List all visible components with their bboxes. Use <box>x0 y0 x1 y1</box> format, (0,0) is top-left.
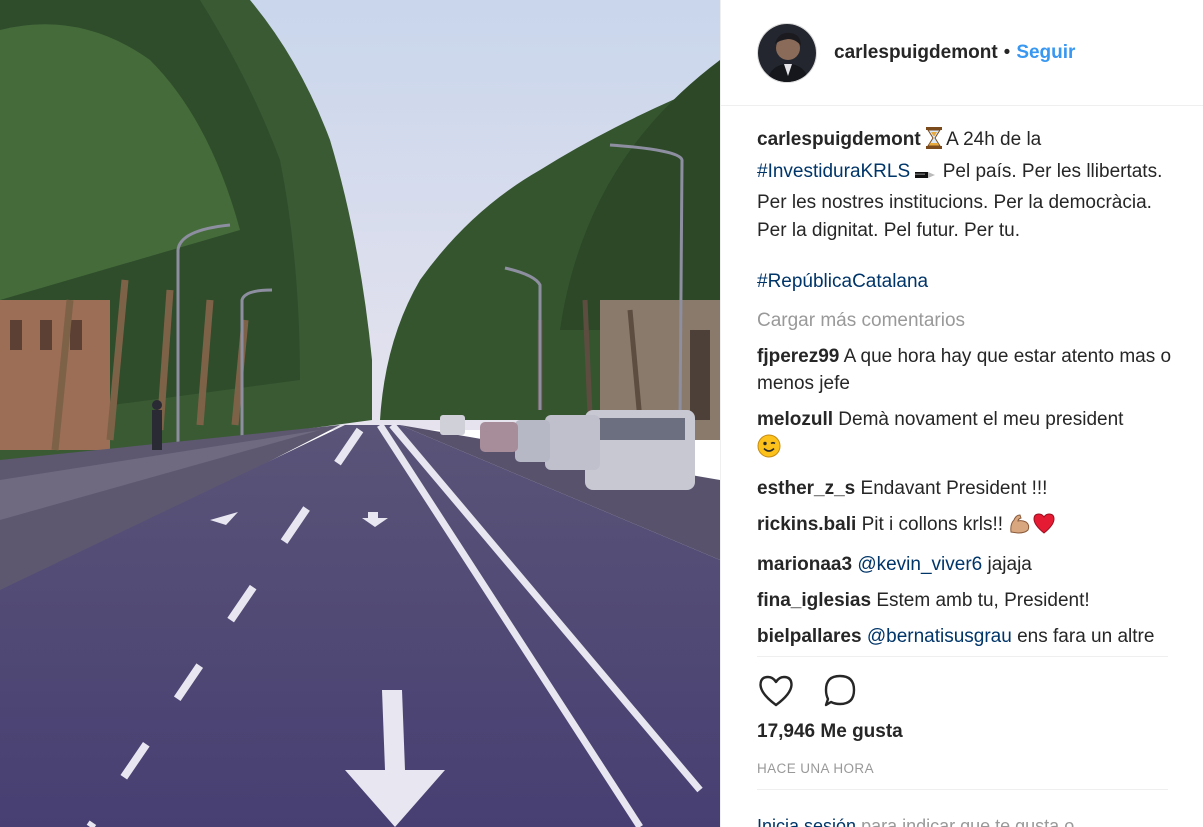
comment-mention[interactable]: @kevin_viver6 <box>857 554 982 575</box>
comment-item: bielpallares @bernatisusgrau ens fara un… <box>757 623 1177 655</box>
likes-count[interactable]: 17,946 Me gusta <box>757 721 903 743</box>
comment-bubble-icon[interactable] <box>821 672 859 710</box>
pen-icon <box>915 162 937 190</box>
post-side-panel: carlespuigdemont • Seguir carlespuigdemo… <box>720 0 1203 827</box>
login-prompt-text: para indicar que te gusta o <box>856 816 1075 827</box>
comment-item: fina_iglesias Estem amb tu, President! <box>757 587 1177 615</box>
caption: carlespuigdemont A 24h de la #Investidur… <box>757 126 1177 296</box>
comment-mention[interactable]: @bernatisusgrau <box>867 626 1012 647</box>
avatar-image <box>758 23 816 82</box>
comment-text: Endavant President !!! <box>860 477 1048 499</box>
comment-text: Pit i collons krls!! <box>861 513 1004 535</box>
comment-username[interactable]: fina_iglesias <box>757 590 871 611</box>
red-heart-icon <box>1032 512 1056 543</box>
comment-username[interactable]: rickins.bali <box>757 514 856 535</box>
post-photo[interactable] <box>0 0 720 827</box>
winking-face-icon <box>757 434 781 467</box>
login-prompt: Inicia sesión para indicar que te gusta … <box>757 816 1074 827</box>
comment-username[interactable]: melozull <box>757 409 833 430</box>
post-header: carlespuigdemont • Seguir <box>721 0 1203 106</box>
header-username[interactable]: carlespuigdemont <box>834 42 998 64</box>
follow-button[interactable]: Seguir <box>1016 42 1075 64</box>
caption-username[interactable]: carlespuigdemont <box>757 129 921 150</box>
heart-outline-icon[interactable] <box>757 672 795 710</box>
comment-item: melozull Demà novament el meu president <box>757 406 1177 466</box>
comment-text: Demà novament el meu president <box>838 409 1124 430</box>
caption-text-1: A 24h de la <box>941 129 1042 150</box>
login-link[interactable]: Inicia sesión <box>757 816 856 827</box>
comment-username[interactable]: bielpallares <box>757 626 862 647</box>
comments-list[interactable]: carlespuigdemont A 24h de la #Investidur… <box>757 126 1177 654</box>
caption-hashtag-investidura[interactable]: #InvestiduraKRLS <box>757 161 910 182</box>
comment-username[interactable]: marionaa3 <box>757 554 852 575</box>
action-bar <box>757 672 859 710</box>
comment-username[interactable]: esther_z_s <box>757 478 855 499</box>
header-separator: • <box>1003 41 1011 63</box>
avatar[interactable] <box>757 22 817 83</box>
divider <box>757 656 1168 657</box>
street-photo-image <box>0 0 720 827</box>
comment-item: rickins.bali Pit i collons krls!! <box>757 511 1177 543</box>
comment-item: marionaa3 @kevin_viver6 jajaja <box>757 551 1177 579</box>
hourglass-icon <box>925 127 942 158</box>
comment-username[interactable]: fjperez99 <box>757 346 839 367</box>
comment-text: jajaja <box>982 553 1032 575</box>
load-more-comments-button[interactable]: Cargar más comentarios <box>757 307 1177 335</box>
comment-item: esther_z_s Endavant President !!! <box>757 475 1177 503</box>
comment-item: fjperez99 A que hora hay que estar atent… <box>757 343 1177 398</box>
divider <box>757 789 1168 790</box>
comment-text: Estem amb tu, President! <box>876 589 1090 611</box>
post-timestamp: HACE UNA HORA <box>757 761 874 776</box>
caption-hashtag-republica[interactable]: #RepúblicaCatalana <box>757 271 928 292</box>
flexed-biceps-icon <box>1008 512 1032 543</box>
header-text: carlespuigdemont • Seguir <box>834 42 1075 64</box>
